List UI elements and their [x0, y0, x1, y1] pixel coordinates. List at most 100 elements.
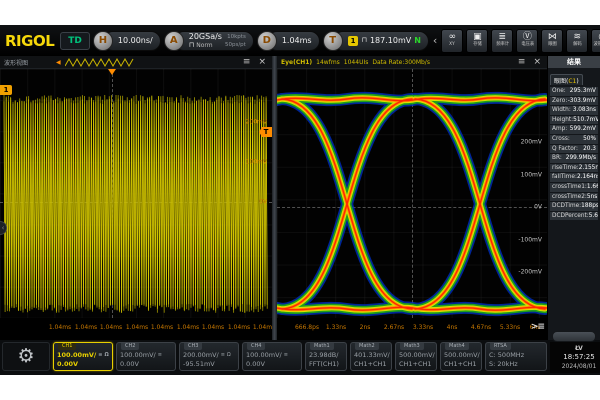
- decode-icon: ≋: [574, 33, 582, 42]
- rtsa-box[interactable]: RTSA C: 500MHz S: 20kHz: [485, 342, 547, 371]
- eye-y-label: 100mV: [521, 172, 542, 179]
- eye-x-label: 1.33ns: [326, 324, 346, 331]
- eye-diagram-window: Eye(CH1) 14wfms 1044UIs Data Rate:300Mb/…: [277, 56, 547, 340]
- horizontal-group[interactable]: H 10.00ns/: [93, 31, 161, 51]
- trigger-group[interactable]: T 1 ⊓ 187.10mV N: [323, 31, 429, 51]
- channel1-marker[interactable]: 1: [0, 85, 12, 95]
- result-row: BR:299.9Mb/s: [550, 154, 598, 163]
- math3-expr: CH1+CH1: [399, 360, 433, 369]
- window-close-icon[interactable]: ×: [531, 56, 543, 68]
- top-toolbar: RIGOL TD H 10.00ns/ A 20GSa/s ⊓Norm 10kp…: [0, 25, 600, 56]
- axis-menu-icon[interactable]: >≡: [531, 322, 544, 332]
- result-row: Width:3.083ns: [550, 106, 598, 115]
- toolbar-button-decode[interactable]: ≋解码: [566, 29, 588, 53]
- ch2-offset: 0.00V: [120, 360, 172, 369]
- result-row: riseTime:2.155ns: [550, 164, 598, 173]
- eye-data-rate: Data Rate:300Mb/s: [372, 59, 430, 66]
- coupling-icon: ≡: [221, 351, 225, 360]
- toolbar-button-eye[interactable]: ⋈眼图: [541, 29, 563, 53]
- xy-icon: ∞: [449, 33, 457, 42]
- math3-scale: 500.00mV/: [399, 351, 433, 360]
- waveform-preview-strip: [65, 58, 135, 67]
- eye-x-label: 4ns: [447, 324, 458, 331]
- math-box-math1[interactable]: Math1 23.98dB/ FFT(CH1): [305, 342, 347, 371]
- toolbar-button-dvm[interactable]: Ⓥ电压表: [516, 29, 538, 53]
- result-row: One:295.3mV: [550, 87, 598, 96]
- wave-x-label: 1.04ms: [126, 324, 148, 331]
- ch1-scale: 100.00mV/: [57, 351, 96, 360]
- window-close-icon[interactable]: ×: [256, 56, 268, 68]
- bottom-status-bar: ⚙ CH1 100.00mV/≡Ω 0.00V CH2 100.00mV/≡ 0…: [0, 340, 600, 375]
- math1-tab: Math1: [310, 343, 334, 350]
- ch4-offset: 0.00V: [246, 360, 298, 369]
- results-tab-eye-c1[interactable]: 眼图(C1): [550, 74, 583, 85]
- wave-x-label: 1.04ms: [151, 324, 173, 331]
- math-box-math2[interactable]: Math2 401.33mV/ CH1+CH1: [350, 342, 392, 371]
- math4-expr: CH1+CH1: [444, 360, 478, 369]
- delay-knob[interactable]: D: [257, 31, 277, 51]
- acquire-group[interactable]: A 20GSa/s ⊓Norm 10kpts 50ps/pt: [164, 31, 254, 51]
- eye-x-label: 666.8ps: [295, 324, 319, 331]
- delay-value[interactable]: 1.04ms: [282, 36, 312, 45]
- wave-y-label-100mv: 100mV: [246, 159, 267, 166]
- gear-icon: ⚙: [17, 347, 34, 366]
- oscilloscope-screen: RIGOL TD H 10.00ns/ A 20GSa/s ⊓Norm 10kp…: [0, 25, 600, 375]
- main-area: 波形视图 ◀ ≡ × 1 T 200m: [0, 56, 600, 340]
- result-row: crossTime2:5ns: [550, 193, 598, 202]
- ch1-waveform: [0, 69, 272, 318]
- eye-y-label: 200mV: [521, 139, 542, 146]
- status-indicator-icons: ŁV: [575, 344, 583, 353]
- trigger-position-marker[interactable]: [108, 69, 116, 79]
- waveform-view-window: 波形视图 ◀ ≡ × 1 T 200m: [0, 56, 272, 340]
- results-panel: 结果 眼图(C1) One:295.3mV Zero:-303.9mV Widt…: [547, 56, 600, 340]
- result-row: Cross:50%: [550, 135, 598, 144]
- eye-uis: 1044UIs: [344, 59, 369, 66]
- math-box-math4[interactable]: Math4 500.00mV/ CH1+CH1: [440, 342, 482, 371]
- window-menu-icon[interactable]: ≡: [516, 56, 528, 68]
- eye-display[interactable]: 200mV 100mV 0V -100mV -200mV: [277, 69, 547, 318]
- wave-y-label-200mv: 200mV: [246, 119, 267, 126]
- channel-box-ch2[interactable]: CH2 100.00mV/≡ 0.00V: [116, 342, 176, 371]
- eye-x-label: 5.33ns: [500, 324, 520, 331]
- memory-depth: 10kpts: [227, 33, 246, 41]
- toolbar-button-record[interactable]: ◉波形录制: [591, 29, 600, 53]
- wave-x-label: 1.04ms: [202, 324, 224, 331]
- toolbar-button-storage[interactable]: ▣存储: [466, 29, 488, 53]
- trigger-status-badge[interactable]: TD: [60, 32, 90, 50]
- channel-box-ch4[interactable]: CH4 100.00mV/≡ 0.00V: [242, 342, 302, 371]
- math-box-math3[interactable]: Math3 500.00mV/ CH1+CH1: [395, 342, 437, 371]
- channel-box-ch1[interactable]: CH1 100.00mV/≡Ω 0.00V: [53, 342, 113, 371]
- horizontal-knob[interactable]: H: [93, 31, 113, 51]
- delay-group[interactable]: D 1.04ms: [257, 31, 320, 51]
- toolbar-button-xy[interactable]: ∞XY: [441, 29, 463, 53]
- settings-button[interactable]: ⚙: [2, 342, 50, 371]
- result-row: Zero:-303.9mV: [550, 97, 598, 106]
- eye-x-label: 4.67ns: [471, 324, 491, 331]
- counter-icon: ≣: [499, 33, 507, 42]
- preview-left-arrow-icon[interactable]: ◀: [56, 59, 61, 66]
- collapsed-menu-button[interactable]: [552, 331, 596, 342]
- wave-y-label-0v: 0V: [259, 199, 267, 206]
- coupling-icon: ≡: [98, 351, 102, 360]
- waveform-display[interactable]: 1 T 200mV 100mV 0V: [0, 69, 272, 318]
- acquire-knob[interactable]: A: [164, 31, 184, 51]
- toolbar-scroll-left-icon[interactable]: ‹: [432, 29, 438, 53]
- result-row: Amp:599.2mV: [550, 125, 598, 134]
- result-row: DCDTime:188ps: [550, 202, 598, 211]
- trigger-source-badge: 1: [348, 36, 359, 46]
- waveform-view-title: 波形视图: [4, 58, 28, 67]
- toolbar-button-counter[interactable]: ≣频率计: [491, 29, 513, 53]
- wave-x-label: 1.04ms: [100, 324, 122, 331]
- window-menu-icon[interactable]: ≡: [241, 56, 253, 68]
- channel-box-ch3[interactable]: CH3 200.00mV/≡Ω -95.51mV: [179, 342, 239, 371]
- sample-rate: 20GSa/s: [189, 32, 222, 41]
- eye-header[interactable]: Eye(CH1) 14wfms 1044UIs Data Rate:300Mb/…: [277, 56, 547, 69]
- dvm-icon: Ⓥ: [523, 33, 532, 42]
- sample-resolution: 50ps/pt: [225, 41, 246, 49]
- horizontal-scale[interactable]: 10.00ns/: [118, 36, 153, 45]
- waveform-view-header[interactable]: 波形视图 ◀ ≡ ×: [0, 56, 272, 69]
- rtsa-span: S: 20kHz: [489, 360, 543, 369]
- clock-area[interactable]: ŁV 18:57:25 2024/08/01: [550, 342, 600, 373]
- trigger-knob[interactable]: T: [323, 31, 343, 51]
- ch3-offset: -95.51mV: [183, 360, 235, 369]
